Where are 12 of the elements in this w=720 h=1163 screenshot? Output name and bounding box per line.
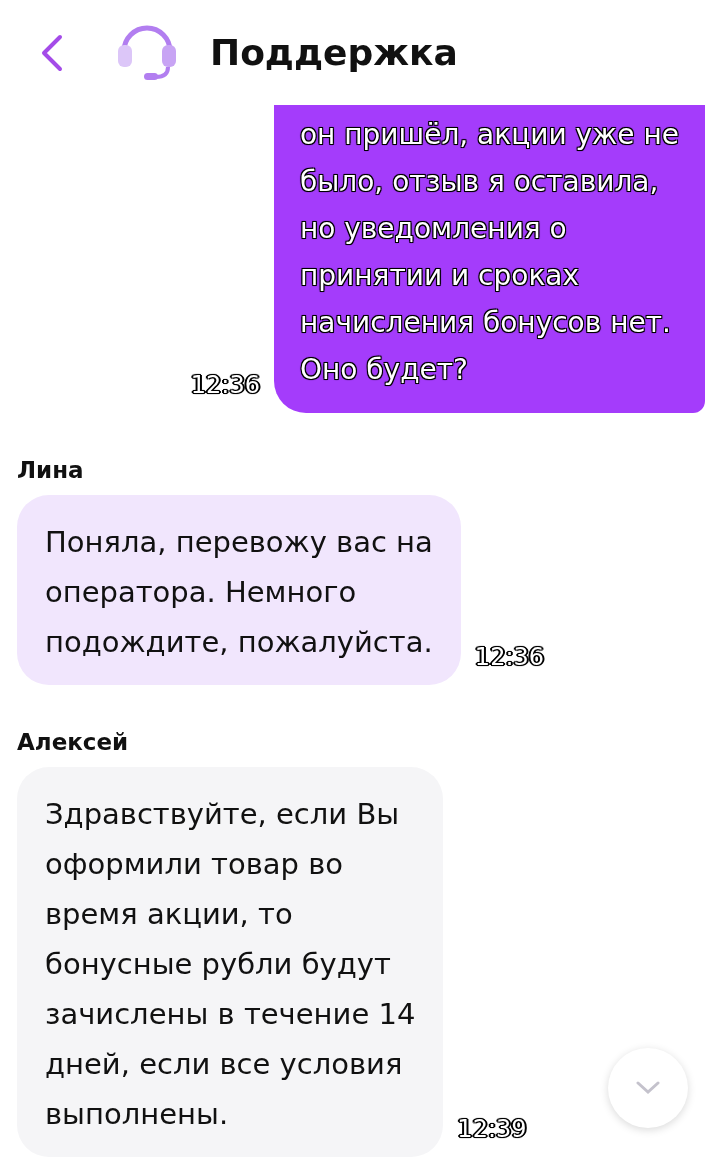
message-bubble: Поняла, перевожу вас на оператора. Немного подождите, пожалуйста.	[17, 495, 461, 685]
chevron-down-icon	[636, 1081, 660, 1095]
message-time: 12:36	[474, 643, 545, 671]
back-icon[interactable]	[40, 32, 64, 73]
message-time: 12:36	[190, 371, 260, 399]
message-time: 12:39	[457, 1115, 527, 1143]
screen-title: Поддержка	[210, 32, 458, 73]
sender-name: Лина	[17, 457, 85, 483]
message-bubble: он пришёл, акции уже не было, отзыв я оставила, но уведомления о принятии и сроках начисления бонусов нет. Оно будет?	[273, 105, 705, 413]
message-bubble: Здравствуйте, если Вы оформили товар во время акции, то бонусные рубли будут зачислены в течение 14 дней, если все условия выполнены.	[17, 767, 444, 1157]
headset-icon	[116, 24, 178, 81]
sender-name: Алексей	[17, 729, 130, 755]
